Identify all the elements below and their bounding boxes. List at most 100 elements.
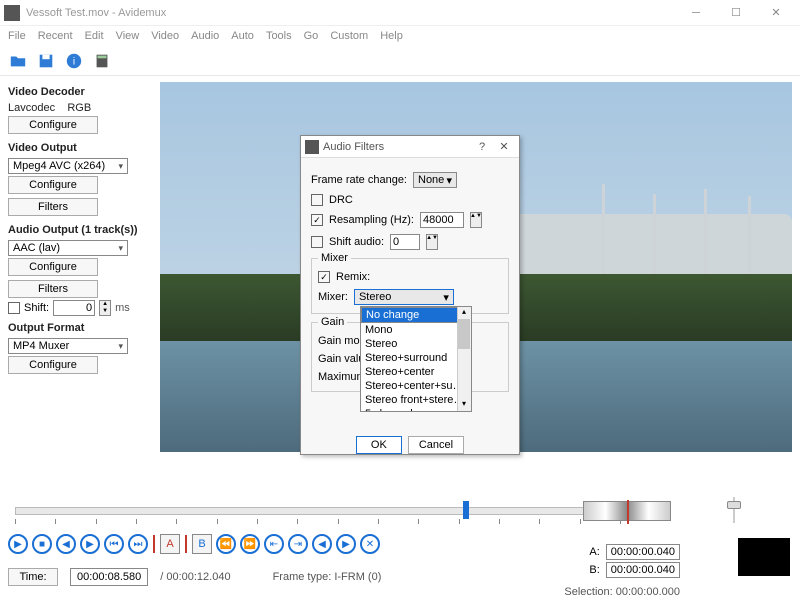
play-button[interactable]: ▶	[8, 534, 28, 554]
aout-configure-button[interactable]: Configure	[8, 258, 98, 276]
time-value[interactable]: 00:00:08.580	[70, 568, 148, 586]
gain-max-label: Maximum	[318, 371, 366, 383]
mixer-label: Mixer:	[318, 291, 348, 303]
shift-label: Shift:	[24, 302, 49, 314]
drc-checkbox[interactable]	[311, 194, 323, 206]
dropdown-option[interactable]: 5 channels	[361, 407, 471, 412]
dialog-help-button[interactable]: ?	[471, 141, 493, 153]
goto-end-button[interactable]: ⏩	[240, 534, 260, 554]
dialog-title: Audio Filters	[323, 141, 471, 153]
delete-button[interactable]: ✕	[360, 534, 380, 554]
menu-audio[interactable]: Audio	[191, 30, 219, 42]
app-icon	[4, 5, 20, 21]
decoder-configure-button[interactable]: Configure	[8, 116, 98, 134]
menu-help[interactable]: Help	[380, 30, 403, 42]
marker-b-value: 00:00:00.040	[606, 562, 680, 578]
chevron-down-icon: ▾	[118, 341, 123, 352]
maximize-button[interactable]: ☐	[716, 0, 756, 26]
set-marker-b-button[interactable]: B	[192, 534, 212, 554]
shift-checkbox[interactable]	[8, 302, 20, 314]
mixer-select[interactable]: Stereo▾	[354, 289, 454, 305]
shift-audio-label: Shift audio:	[329, 236, 384, 248]
goto-start-button[interactable]: ⏪	[216, 534, 236, 554]
menu-custom[interactable]: Custom	[330, 30, 368, 42]
framerate-label: Frame rate change:	[311, 174, 407, 186]
next-frame-button[interactable]: ▶	[80, 534, 100, 554]
goto-marker-a-button[interactable]: ⇤	[264, 534, 284, 554]
menu-go[interactable]: Go	[304, 30, 319, 42]
dropdown-option[interactable]: Stereo+center	[361, 365, 471, 379]
resampling-input[interactable]	[420, 212, 464, 228]
dialog-close-button[interactable]: ✕	[493, 140, 515, 153]
dropdown-option[interactable]: Stereo+center+surround	[361, 379, 471, 393]
prev-black-frame-button[interactable]: ◀	[312, 534, 332, 554]
gain-group-title: Gain	[318, 316, 347, 328]
frame-type: Frame type: I-FRM (0)	[273, 571, 382, 583]
menu-view[interactable]: View	[116, 30, 140, 42]
menu-edit[interactable]: Edit	[85, 30, 104, 42]
save-icon[interactable]	[34, 49, 58, 73]
marker-a-value: 00:00:00.040	[606, 544, 680, 560]
timeline[interactable]	[8, 496, 792, 526]
toolbar: i	[0, 46, 800, 76]
dropdown-option[interactable]: No change	[361, 307, 472, 323]
aout-filters-button[interactable]: Filters	[8, 280, 98, 298]
shift-input[interactable]	[53, 300, 95, 316]
menu-auto[interactable]: Auto	[231, 30, 254, 42]
video-output-select[interactable]: Mpeg4 AVC (x264)▾	[8, 158, 128, 174]
ofmt-configure-button[interactable]: Configure	[8, 356, 98, 374]
shift-audio-input[interactable]	[390, 234, 420, 250]
next-black-frame-button[interactable]: ▶	[336, 534, 356, 554]
drc-label: DRC	[329, 194, 353, 206]
resampling-spinner[interactable]: ▲▼	[470, 212, 482, 228]
audio-output-select[interactable]: AAC (lav)▾	[8, 240, 128, 256]
dropdown-scrollbar[interactable]: ▴ ▾	[457, 307, 471, 411]
menu-tools[interactable]: Tools	[266, 30, 292, 42]
goto-marker-b-button[interactable]: ⇥	[288, 534, 308, 554]
set-marker-a-button[interactable]: A	[160, 534, 180, 554]
dropdown-option[interactable]: Mono	[361, 323, 471, 337]
close-button[interactable]: ✕	[756, 0, 796, 26]
dropdown-option[interactable]: Stereo	[361, 337, 471, 351]
volume-slider[interactable]	[727, 497, 741, 523]
audio-output-heading: Audio Output (1 track(s))	[8, 224, 152, 236]
menu-recent[interactable]: Recent	[38, 30, 73, 42]
marker-b-label: B:	[589, 564, 599, 576]
window-title: Vessoft Test.mov - Avidemux	[26, 7, 676, 19]
shift-audio-checkbox[interactable]	[311, 236, 323, 248]
output-format-select[interactable]: MP4 Muxer▾	[8, 338, 128, 354]
cancel-button[interactable]: Cancel	[408, 436, 464, 454]
dialog-icon	[305, 140, 319, 154]
open-icon[interactable]	[6, 49, 30, 73]
minimize-button[interactable]: ─	[676, 0, 716, 26]
sidebar: Video Decoder Lavcodec RGB Configure Vid…	[0, 76, 160, 476]
dropdown-option[interactable]: Stereo+surround	[361, 351, 471, 365]
prev-keyframe-button[interactable]: ⏮	[104, 534, 124, 554]
prev-frame-button[interactable]: ◀	[56, 534, 76, 554]
jog-wheel[interactable]	[583, 501, 671, 521]
remix-checkbox[interactable]: ✓	[318, 271, 330, 283]
time-label: Time:	[8, 568, 58, 586]
menu-video[interactable]: Video	[151, 30, 179, 42]
decoder-pixfmt: RGB	[67, 102, 91, 114]
mixer-dropdown[interactable]: No change Mono Stereo Stereo+surround St…	[360, 306, 472, 412]
ab-markers: A: 00:00:00.040 B: 00:00:00.040	[589, 542, 680, 580]
resampling-checkbox[interactable]: ✓	[311, 214, 323, 226]
calculator-icon[interactable]	[90, 49, 114, 73]
dropdown-option[interactable]: Stereo front+stereo rear	[361, 393, 471, 407]
vout-configure-button[interactable]: Configure	[8, 176, 98, 194]
vu-meter	[738, 538, 790, 576]
shift-audio-spinner[interactable]: ▲▼	[426, 234, 438, 250]
titlebar: Vessoft Test.mov - Avidemux ─ ☐ ✕	[0, 0, 800, 26]
next-keyframe-button[interactable]: ⏭	[128, 534, 148, 554]
vout-filters-button[interactable]: Filters	[8, 198, 98, 216]
duration: / 00:00:12.040	[160, 571, 230, 583]
ok-button[interactable]: OK	[356, 436, 402, 454]
shift-spinner[interactable]: ▲▼	[99, 300, 111, 316]
info-icon[interactable]: i	[62, 49, 86, 73]
stop-button[interactable]: ■	[32, 534, 52, 554]
framerate-select[interactable]: None▾	[413, 172, 457, 188]
shift-unit: ms	[115, 302, 130, 314]
marker-a-label: A:	[589, 546, 599, 558]
menu-file[interactable]: File	[8, 30, 26, 42]
